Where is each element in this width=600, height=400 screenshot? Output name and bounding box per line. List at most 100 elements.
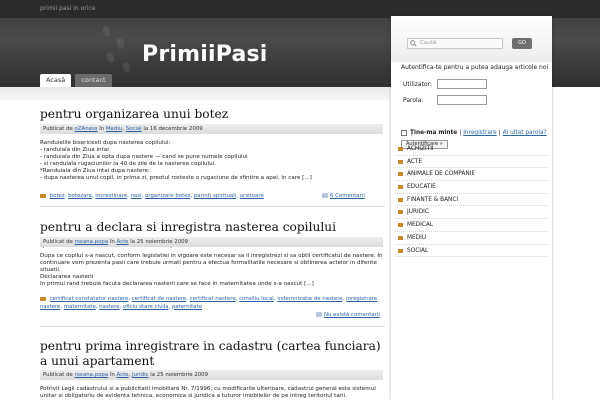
category-item[interactable]: MEDICAL	[395, 219, 548, 232]
password-label: Parola:	[403, 97, 424, 104]
excerpt-line: - dupa nasterea unui copil, in prima zi,…	[40, 175, 312, 181]
tab-contact[interactable]: contact	[75, 74, 112, 87]
excerpt-line: - randuiala din Ziua intai	[40, 147, 109, 153]
tag-icon	[40, 193, 46, 198]
search-input[interactable]: Caută	[407, 38, 503, 49]
search-panel: Caută GO	[391, 16, 552, 62]
category-item[interactable]: ACHIZITII	[395, 143, 548, 156]
comments-link[interactable]: Nu există comentarii	[316, 312, 380, 318]
post-divider	[40, 326, 385, 327]
category-link[interactable]: Juridic	[132, 372, 149, 378]
forgot-password-link[interactable]: Ai uitat parola?	[503, 130, 547, 136]
username-field[interactable]	[437, 79, 487, 89]
meta-sep: ,	[122, 126, 124, 132]
post-tags: certificat constatator nastere, certific…	[40, 296, 378, 310]
site-logo[interactable]: PrimiiPasi	[142, 42, 268, 67]
excerpt-line: - randuiala din Ziua a opta dupa nastere…	[40, 154, 248, 160]
category-item[interactable]: EDUCATIE	[395, 181, 548, 194]
excerpt-line: In primul rand trebuie facuta declararea…	[40, 281, 314, 287]
category-item[interactable]: ACTE	[395, 156, 548, 169]
category-item[interactable]: SOCIAL	[395, 245, 548, 258]
tag-link[interactable]: increstinare	[95, 193, 127, 199]
post-title[interactable]: pentru prima inregistrare in cadastru (c…	[40, 339, 385, 369]
site-tagline: primii pasi in orice	[40, 5, 96, 12]
excerpt-line: Randuielile bisericesti dupa nasterea co…	[40, 140, 171, 146]
tag-link[interactable]: organizare botez	[145, 193, 190, 199]
post-date: la 25 noiembrie 2009	[150, 372, 209, 378]
excerpt-line: Declararea nasterii	[40, 274, 94, 280]
tag-link[interactable]: nasi	[131, 193, 142, 199]
category-link[interactable]: Acte	[117, 372, 129, 378]
post-excerpt: Potrivit Legii cadastrului si a publicit…	[40, 386, 385, 400]
post-meta: Publicat de roxana.popa în Acte, Juridic…	[40, 370, 383, 380]
excerpt-line: Dupa ce copilul s-a nascut, conform legi…	[40, 253, 383, 259]
tag-link[interactable]: parinti spirituali	[194, 193, 236, 199]
meta-prefix: Publicat de	[43, 126, 73, 132]
tag-link[interactable]: botezare	[68, 193, 92, 199]
tag-link[interactable]: certificat de nastere	[132, 296, 186, 302]
tag-link[interactable]: nastere	[99, 304, 119, 310]
tag-link[interactable]: oficiu stare civila	[123, 304, 169, 310]
meta-prefix: Publicat de	[43, 372, 73, 378]
login-intro: Autentifica-te pentru a putea adauga art…	[401, 64, 549, 71]
post-meta: Publicat de oZAness în Mediu, Social la …	[40, 124, 383, 134]
tag-icon	[40, 296, 46, 301]
comments-count: 6 Comentarii	[330, 193, 365, 199]
password-field[interactable]	[437, 95, 487, 105]
category-link[interactable]: Social	[126, 126, 142, 132]
post-excerpt: Randuielile bisericesti dupa nasterea co…	[40, 140, 385, 182]
meta-prefix: Publicat de	[43, 239, 73, 245]
tag-link[interactable]: certificat constatator nastere	[50, 296, 129, 302]
sidebar: Caută GO Autentifica-te pentru a putea a…	[391, 16, 552, 400]
search-placeholder: Caută	[420, 40, 437, 46]
meta-in: în	[109, 239, 115, 245]
category-item[interactable]: ANIMALE DE COMPANIE	[395, 168, 548, 182]
remember-checkbox[interactable]	[401, 130, 407, 136]
tag-link[interactable]: ursitoare	[240, 193, 264, 199]
meta-in: în	[99, 126, 105, 132]
post-date: la 16 decembrie 2009	[143, 126, 203, 132]
author-link[interactable]: roxana.popa	[75, 239, 109, 245]
post-date: la 25 noiembrie 2009	[130, 239, 188, 245]
subnav-bar	[0, 87, 390, 100]
post-list: pentru organizarea unui botez Publicat d…	[0, 100, 390, 400]
remember-row: Ține-ma minte | Inregistrare | Ai uitat …	[401, 130, 547, 136]
author-link[interactable]: oZAness	[75, 126, 98, 132]
category-item[interactable]: JURIDIC	[395, 206, 548, 220]
post-divider	[40, 206, 385, 207]
tab-acasa[interactable]: Acasă	[40, 74, 72, 87]
comments-link[interactable]: 6 Comentarii	[322, 193, 365, 199]
tag-link[interactable]: certificat nastere	[190, 296, 236, 302]
tag-link[interactable]: indemnizatie de nastere	[277, 296, 342, 302]
search-go-button[interactable]: GO	[512, 38, 532, 49]
register-link[interactable]: Inregistrare	[463, 130, 497, 136]
comments-count: Nu există comentarii	[324, 312, 380, 318]
post-excerpt: Dupa ce copilul s-a nascut, conform legi…	[40, 253, 385, 288]
tag-link[interactable]: paternitate	[172, 304, 202, 310]
tag-link[interactable]: consiliu local	[239, 296, 274, 302]
meta-sep: ,	[128, 372, 131, 378]
separator: |	[459, 130, 462, 136]
excerpt-line: Potrivit Legii cadastrului si a publicit…	[40, 386, 376, 392]
category-item[interactable]: MEDIU	[395, 232, 548, 245]
author-link[interactable]: roxana.popa	[75, 372, 109, 378]
excerpt-line: continuare vom prezenta pasii care trebu…	[40, 260, 377, 266]
excerpt-line: unitar si obligatoriu de evidenta tehnic…	[40, 393, 347, 399]
search-icon	[410, 40, 417, 47]
main-nav: Acasă contact	[40, 74, 112, 87]
excerpt-line: - si randuiala rugaciunilor la 40 de zil…	[40, 161, 217, 167]
tag-link[interactable]: botez	[50, 193, 65, 199]
comment-icon	[322, 193, 328, 198]
category-item[interactable]: FINANTE & BANCI	[395, 194, 548, 207]
tag-link[interactable]: maternitate	[64, 304, 96, 310]
comment-icon	[316, 312, 322, 317]
separator: |	[498, 130, 501, 136]
excerpt-line: situatii.	[40, 267, 61, 273]
category-link[interactable]: Acte	[117, 239, 129, 245]
category-list: ACHIZITII ACTE ANIMALE DE COMPANIE EDUCA…	[395, 143, 548, 258]
post-meta: Publicat de roxana.popa în Acte la 25 no…	[40, 237, 383, 247]
username-label: Utilizator:	[403, 81, 432, 88]
remember-label: Ține-ma minte	[410, 130, 458, 136]
category-link[interactable]: Mediu	[106, 126, 122, 132]
post-title[interactable]: pentru organizarea unui botez	[40, 107, 385, 122]
